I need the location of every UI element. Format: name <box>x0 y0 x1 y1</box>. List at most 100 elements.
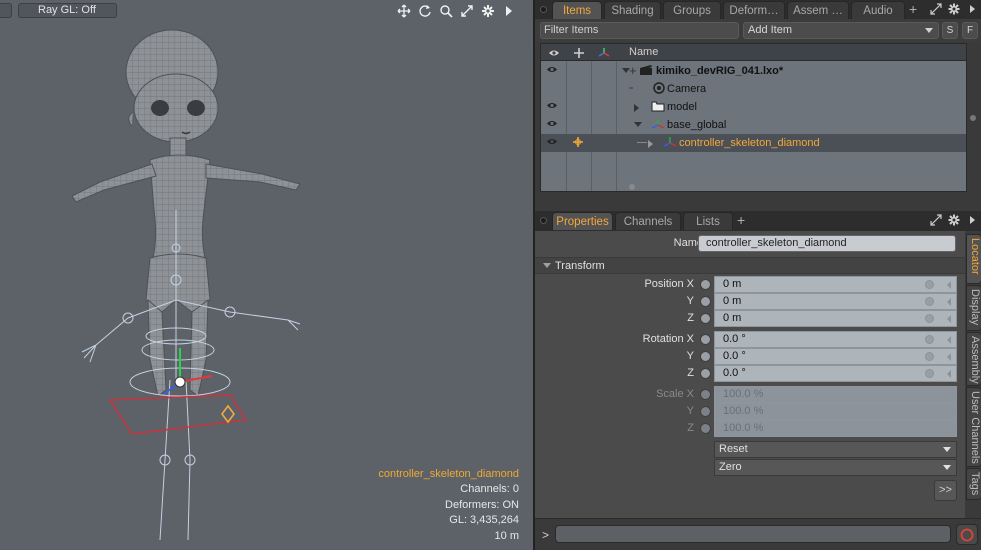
tree-row-base-global[interactable]: base_global <box>541 116 966 134</box>
tab-lists[interactable]: Lists <box>683 212 733 230</box>
scale-z-field[interactable]: 100.0 % <box>714 420 957 437</box>
viewport-menu-arrow-icon[interactable] <box>501 3 517 19</box>
command-bar: > <box>535 518 981 550</box>
side-tab-display[interactable]: Display <box>966 285 981 331</box>
scale-x-field[interactable]: 100.0 % <box>714 386 957 403</box>
visibility-eye-icon[interactable] <box>546 119 558 131</box>
visibility-eye-icon[interactable] <box>546 65 558 77</box>
side-tab-assembly[interactable]: Assembly <box>966 332 981 386</box>
add-tab-icon[interactable]: + <box>737 212 745 230</box>
visibility-column-eye-icon[interactable] <box>541 44 566 61</box>
maximize-panel-icon[interactable] <box>929 213 943 227</box>
filter-items-input[interactable]: Filter Items <box>540 22 739 39</box>
key-nav-icon[interactable] <box>947 408 951 416</box>
key-icon[interactable] <box>925 369 934 378</box>
panel-settings-icon[interactable] <box>947 213 961 227</box>
panel-options-dot[interactable] <box>540 6 547 13</box>
channel-radio[interactable] <box>700 368 711 379</box>
record-macro-button[interactable] <box>956 524 978 545</box>
fit-view-icon[interactable] <box>459 3 475 19</box>
position-z-field[interactable]: 0 m <box>714 310 957 327</box>
transform-section-header[interactable]: Transform <box>535 257 965 274</box>
key-nav-icon[interactable] <box>947 336 951 344</box>
channel-radio[interactable] <box>700 279 711 290</box>
expand-arrow-icon[interactable] <box>634 104 639 112</box>
zoom-view-icon[interactable] <box>438 3 454 19</box>
channel-radio[interactable] <box>700 351 711 362</box>
channel-radio[interactable] <box>700 334 711 345</box>
rotate-view-icon[interactable] <box>417 3 433 19</box>
zero-dropdown[interactable]: Zero <box>714 459 957 476</box>
viewport-layout-button[interactable] <box>0 3 12 18</box>
position-x-field[interactable]: 0 m <box>714 276 957 293</box>
horizontal-scroll-handle[interactable] <box>629 184 635 190</box>
tab-shading[interactable]: Shading <box>604 1 661 19</box>
key-icon[interactable] <box>925 335 934 344</box>
tree-row-controller-skeleton-diamond[interactable]: controller_skeleton_diamond <box>541 134 966 152</box>
maximize-panel-icon[interactable] <box>929 2 943 16</box>
channel-radio[interactable] <box>700 423 711 434</box>
key-icon[interactable] <box>925 352 934 361</box>
side-tab-tags[interactable]: Tags <box>966 468 981 500</box>
key-nav-icon[interactable] <box>947 425 951 433</box>
panel-options-dot[interactable] <box>540 217 547 224</box>
viewport-settings-icon[interactable] <box>480 3 496 19</box>
item-list-scrollbar[interactable] <box>968 43 978 192</box>
viewport-toolbar: Ray GL: Off <box>0 0 533 22</box>
panel-menu-arrow-icon[interactable] <box>965 213 979 227</box>
side-tab-user-channels[interactable]: User Channels <box>966 387 981 467</box>
expand-arrow-icon[interactable] <box>648 140 653 148</box>
s-button[interactable]: S <box>942 22 958 39</box>
key-nav-icon[interactable] <box>947 298 951 306</box>
tab-properties[interactable]: Properties <box>552 212 613 230</box>
item-list[interactable]: Name + kimiko_devRIG_041.lxo* Camera mod… <box>540 43 967 192</box>
tree-row-scene[interactable]: + kimiko_devRIG_041.lxo* <box>541 62 966 80</box>
side-tab-locator[interactable]: Locator <box>966 234 981 284</box>
key-icon[interactable] <box>925 297 934 306</box>
panel-menu-arrow-icon[interactable] <box>965 2 979 16</box>
key-nav-icon[interactable] <box>947 370 951 378</box>
reset-dropdown[interactable]: Reset <box>714 441 957 458</box>
side-tab-display-label: Display <box>969 289 981 326</box>
add-tab-icon[interactable]: + <box>909 1 917 19</box>
rotation-y-field[interactable]: 0.0 ° <box>714 348 957 365</box>
panel-settings-icon[interactable] <box>947 2 961 16</box>
tab-groups[interactable]: Groups <box>663 1 721 19</box>
rotation-x-field[interactable]: 0.0 ° <box>714 331 957 348</box>
key-nav-icon[interactable] <box>947 353 951 361</box>
3d-viewport[interactable]: Ray GL: Off controller_skeleton_diamond <box>0 0 533 550</box>
tab-items[interactable]: Items <box>552 1 602 19</box>
f-button[interactable]: F <box>962 22 978 39</box>
move-view-icon[interactable] <box>396 3 412 19</box>
name-field[interactable]: controller_skeleton_diamond <box>698 235 956 252</box>
tree-row-model[interactable]: model <box>541 98 966 116</box>
channel-radio[interactable] <box>700 313 711 324</box>
more-options-button[interactable]: >> <box>934 480 957 501</box>
key-nav-icon[interactable] <box>947 391 951 399</box>
tab-deformers[interactable]: Deform… <box>723 1 785 19</box>
visibility-eye-icon[interactable] <box>546 101 558 113</box>
add-item-dropdown[interactable]: Add Item <box>743 22 939 39</box>
key-nav-icon[interactable] <box>947 315 951 323</box>
name-column-header[interactable]: Name <box>629 44 658 61</box>
key-icon[interactable] <box>925 280 934 289</box>
key-icon[interactable] <box>925 314 934 323</box>
item-lock-icon[interactable] <box>572 136 584 151</box>
channel-radio[interactable] <box>700 296 711 307</box>
visibility-eye-icon[interactable] <box>546 137 558 149</box>
tree-row-camera[interactable]: Camera <box>541 80 966 98</box>
collapse-arrow-icon[interactable] <box>634 122 642 127</box>
tab-assembly[interactable]: Assem … <box>787 1 849 19</box>
scale-y-field[interactable]: 100.0 % <box>714 403 957 420</box>
channel-radio[interactable] <box>700 406 711 417</box>
channel-radio[interactable] <box>700 389 711 400</box>
lock-column-icon[interactable] <box>566 44 591 61</box>
rotation-z-field[interactable]: 0.0 ° <box>714 365 957 382</box>
ray-gl-toggle[interactable]: Ray GL: Off <box>18 3 117 18</box>
command-input[interactable] <box>555 525 951 543</box>
tab-channels[interactable]: Channels <box>615 212 681 230</box>
tab-audio[interactable]: Audio <box>851 1 905 19</box>
item-type-column-icon[interactable] <box>591 44 616 61</box>
key-nav-icon[interactable] <box>947 281 951 289</box>
position-y-field[interactable]: 0 m <box>714 293 957 310</box>
